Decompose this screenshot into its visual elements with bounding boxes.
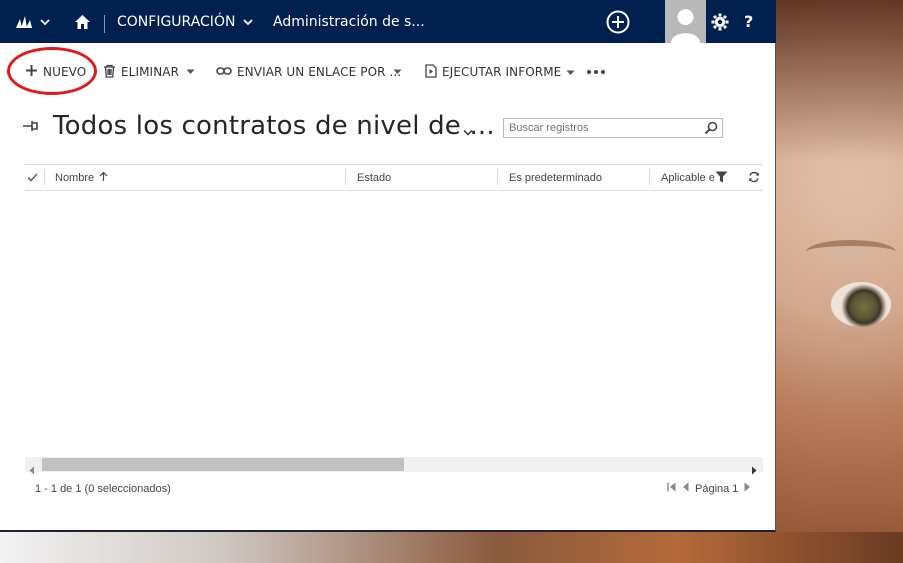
search-input[interactable]	[503, 118, 723, 138]
column-estado-label: Estado	[357, 171, 392, 184]
column-separator	[497, 169, 498, 185]
column-default-label: Es predeterminado	[509, 171, 602, 184]
select-all-checkbox[interactable]	[27, 165, 38, 190]
new-button-label: NUEVO	[43, 65, 87, 79]
view-selector-chevron-icon[interactable]	[463, 121, 473, 140]
grid-body-empty	[25, 190, 763, 456]
nav-page-label: Administración de s...	[273, 13, 425, 30]
chevron-down-icon[interactable]	[40, 0, 50, 43]
nav-page-menu[interactable]: Administración de s...	[273, 0, 425, 43]
column-separator	[649, 169, 650, 185]
view-title[interactable]: Todos los contratos de nivel de ...	[53, 111, 495, 141]
column-aplicable-label: Aplicable e	[661, 171, 715, 184]
create-new-icon[interactable]	[606, 0, 630, 43]
delete-button-label: ELIMINAR	[121, 65, 180, 79]
search-icon[interactable]	[704, 120, 718, 139]
command-bar: NUEVO ELIMINAR ENVIAR UN ENLACE POR ... …	[0, 58, 776, 86]
chevron-down-icon	[566, 65, 575, 79]
photo-eye	[831, 282, 891, 327]
column-separator	[44, 169, 45, 185]
delete-button[interactable]: ELIMINAR	[103, 58, 179, 86]
scrollbar-thumb[interactable]	[42, 458, 404, 471]
photo-shadow	[776, 0, 903, 160]
scroll-left-arrow-icon[interactable]	[29, 460, 35, 479]
refresh-icon[interactable]	[748, 171, 760, 186]
column-separator	[345, 169, 346, 185]
nav-area-menu[interactable]: CONFIGURACIÓN	[117, 0, 254, 43]
column-header-nombre[interactable]: Nombre	[55, 165, 108, 190]
gear-icon[interactable]	[711, 0, 729, 43]
pager: Página 1	[667, 482, 751, 495]
horizontal-scrollbar[interactable]	[25, 457, 763, 475]
trash-icon	[103, 64, 116, 81]
column-header-aplicable[interactable]: Aplicable e	[661, 165, 715, 190]
email-link-button[interactable]: ENVIAR UN ENLACE POR ...	[216, 58, 401, 86]
email-dropdown-chevron-icon[interactable]	[393, 58, 402, 86]
column-header-default[interactable]: Es predeterminado	[509, 165, 602, 190]
nav-separator	[104, 15, 105, 33]
delete-dropdown-chevron-icon[interactable]	[186, 58, 195, 86]
new-button[interactable]: NUEVO	[25, 58, 86, 86]
user-avatar[interactable]	[665, 0, 706, 43]
run-report-button[interactable]: EJECUTAR INFORME	[425, 58, 575, 86]
dynamics-logo-icon[interactable]	[16, 0, 34, 43]
previous-page-icon[interactable]	[682, 482, 689, 495]
pin-icon[interactable]	[22, 118, 40, 137]
photo-brow	[806, 240, 896, 264]
next-page-icon[interactable]	[744, 482, 751, 495]
desktop-background-photo	[776, 0, 903, 563]
run-report-label: EJECUTAR INFORME	[442, 65, 562, 79]
sort-ascending-arrow-icon	[99, 171, 108, 185]
link-icon	[216, 65, 232, 79]
column-header-estado[interactable]: Estado	[357, 165, 391, 190]
scroll-right-arrow-icon[interactable]	[751, 460, 757, 479]
grid-header: Nombre Estado Es predeterminado Aplicabl…	[25, 164, 763, 191]
first-page-icon[interactable]	[667, 482, 676, 495]
report-icon	[425, 63, 437, 81]
filter-icon[interactable]	[715, 171, 728, 186]
home-icon[interactable]	[74, 0, 91, 43]
help-button[interactable]: ?	[744, 0, 753, 43]
nav-area-label: CONFIGURACIÓN	[117, 13, 236, 30]
chevron-down-icon	[243, 14, 254, 30]
desktop-background-bottom	[0, 532, 903, 563]
page-label: Página 1	[695, 482, 739, 495]
navigation-bar: CONFIGURACIÓN Administración de s... ?	[0, 0, 776, 43]
more-commands-icon[interactable]	[586, 58, 606, 86]
plus-icon	[25, 64, 38, 80]
record-count-status: 1 - 1 de 1 (0 seleccionados)	[35, 483, 171, 495]
email-link-label: ENVIAR UN ENLACE POR ...	[237, 65, 402, 79]
crm-window: CONFIGURACIÓN Administración de s... ? N…	[0, 0, 776, 532]
column-nombre-label: Nombre	[55, 171, 95, 184]
